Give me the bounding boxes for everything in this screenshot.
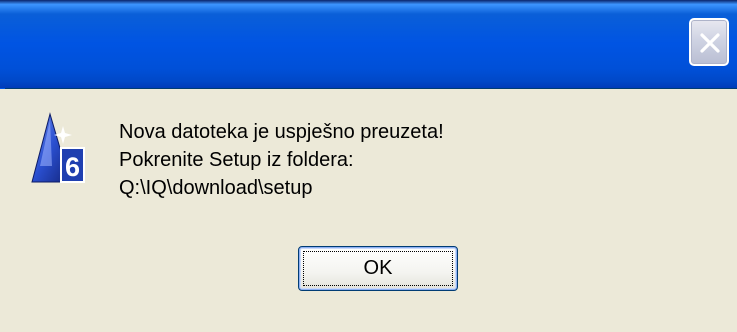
title-bar[interactable] — [0, 0, 737, 89]
dialog-message: Nova datoteka je uspješno preuzeta! Pokr… — [119, 118, 679, 202]
ok-button-label: OK — [363, 257, 393, 279]
message-line: Q:\IQ\download\setup — [119, 177, 313, 199]
icon-badge: 6 — [65, 152, 80, 182]
close-icon — [700, 33, 720, 53]
app-triangle-6-icon: 6 — [30, 106, 86, 186]
close-button[interactable] — [689, 18, 729, 66]
ok-button[interactable]: OK — [298, 246, 458, 291]
message-line: Pokrenite Setup iz foldera: — [119, 149, 354, 171]
message-dialog: 6 Nova datoteka je uspješno preuzeta! Po… — [0, 0, 737, 332]
message-line: Nova datoteka je uspješno preuzeta! — [119, 121, 444, 143]
